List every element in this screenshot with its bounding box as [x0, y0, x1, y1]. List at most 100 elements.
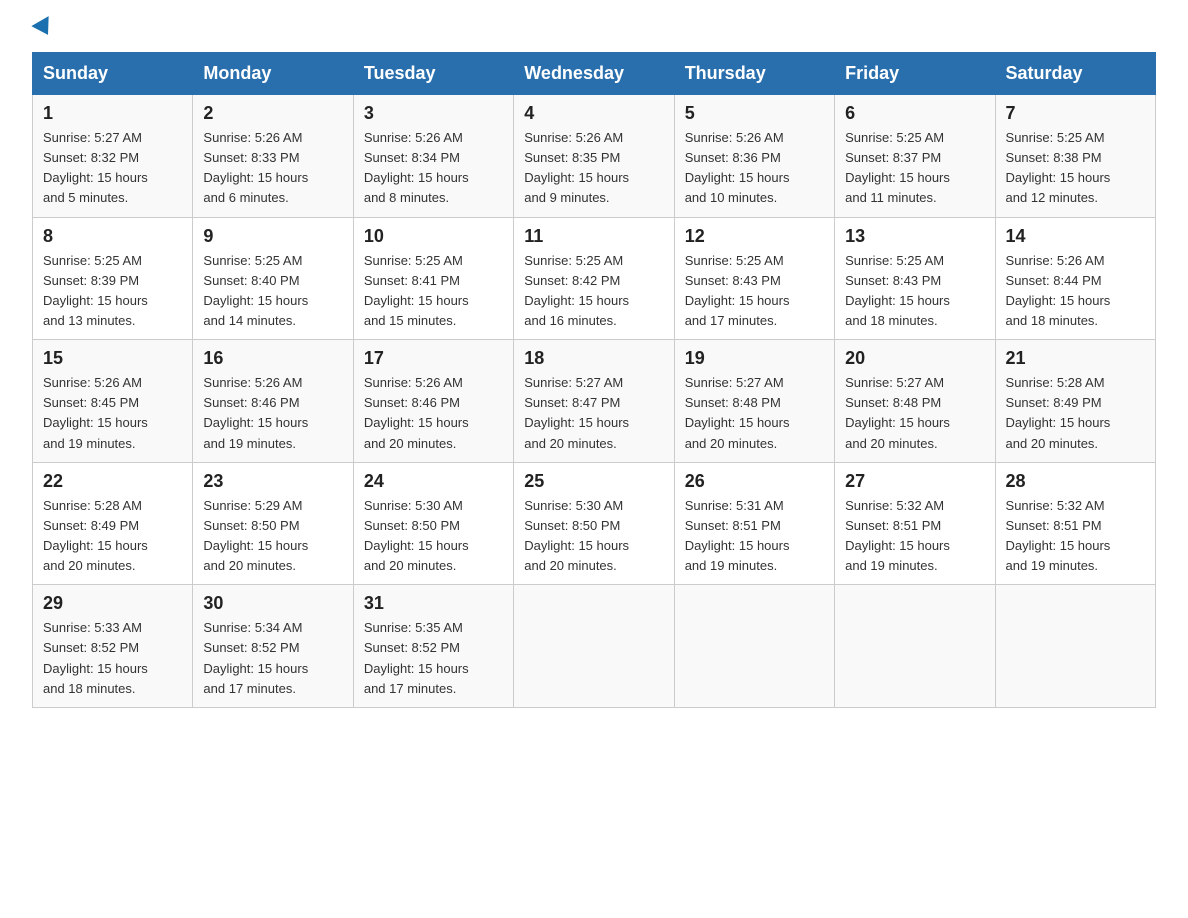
- day-info: Sunrise: 5:28 AMSunset: 8:49 PMDaylight:…: [43, 498, 148, 573]
- day-number: 13: [845, 226, 984, 247]
- header-day-sunday: Sunday: [33, 53, 193, 95]
- day-info: Sunrise: 5:25 AMSunset: 8:42 PMDaylight:…: [524, 253, 629, 328]
- calendar-cell: 1 Sunrise: 5:27 AMSunset: 8:32 PMDayligh…: [33, 95, 193, 218]
- calendar-cell: 18 Sunrise: 5:27 AMSunset: 8:47 PMDaylig…: [514, 340, 674, 463]
- calendar-container: SundayMondayTuesdayWednesdayThursdayFrid…: [0, 52, 1188, 732]
- calendar-cell: 28 Sunrise: 5:32 AMSunset: 8:51 PMDaylig…: [995, 462, 1155, 585]
- week-row-4: 22 Sunrise: 5:28 AMSunset: 8:49 PMDaylig…: [33, 462, 1156, 585]
- day-info: Sunrise: 5:30 AMSunset: 8:50 PMDaylight:…: [524, 498, 629, 573]
- day-info: Sunrise: 5:25 AMSunset: 8:38 PMDaylight:…: [1006, 130, 1111, 205]
- day-info: Sunrise: 5:25 AMSunset: 8:41 PMDaylight:…: [364, 253, 469, 328]
- calendar-cell: 22 Sunrise: 5:28 AMSunset: 8:49 PMDaylig…: [33, 462, 193, 585]
- header-day-friday: Friday: [835, 53, 995, 95]
- calendar-cell: 14 Sunrise: 5:26 AMSunset: 8:44 PMDaylig…: [995, 217, 1155, 340]
- calendar-cell: 20 Sunrise: 5:27 AMSunset: 8:48 PMDaylig…: [835, 340, 995, 463]
- calendar-cell: 15 Sunrise: 5:26 AMSunset: 8:45 PMDaylig…: [33, 340, 193, 463]
- calendar-table: SundayMondayTuesdayWednesdayThursdayFrid…: [32, 52, 1156, 708]
- calendar-cell: [835, 585, 995, 708]
- day-info: Sunrise: 5:33 AMSunset: 8:52 PMDaylight:…: [43, 620, 148, 695]
- calendar-cell: 31 Sunrise: 5:35 AMSunset: 8:52 PMDaylig…: [353, 585, 513, 708]
- calendar-cell: 29 Sunrise: 5:33 AMSunset: 8:52 PMDaylig…: [33, 585, 193, 708]
- day-number: 4: [524, 103, 663, 124]
- day-number: 9: [203, 226, 342, 247]
- day-number: 19: [685, 348, 824, 369]
- calendar-cell: [514, 585, 674, 708]
- calendar-cell: 12 Sunrise: 5:25 AMSunset: 8:43 PMDaylig…: [674, 217, 834, 340]
- day-number: 28: [1006, 471, 1145, 492]
- day-info: Sunrise: 5:27 AMSunset: 8:47 PMDaylight:…: [524, 375, 629, 450]
- day-number: 24: [364, 471, 503, 492]
- logo-triangle-icon: [31, 16, 56, 40]
- calendar-header: SundayMondayTuesdayWednesdayThursdayFrid…: [33, 53, 1156, 95]
- calendar-cell: 4 Sunrise: 5:26 AMSunset: 8:35 PMDayligh…: [514, 95, 674, 218]
- day-info: Sunrise: 5:25 AMSunset: 8:40 PMDaylight:…: [203, 253, 308, 328]
- day-info: Sunrise: 5:26 AMSunset: 8:36 PMDaylight:…: [685, 130, 790, 205]
- day-info: Sunrise: 5:26 AMSunset: 8:44 PMDaylight:…: [1006, 253, 1111, 328]
- day-number: 7: [1006, 103, 1145, 124]
- day-number: 5: [685, 103, 824, 124]
- day-info: Sunrise: 5:26 AMSunset: 8:34 PMDaylight:…: [364, 130, 469, 205]
- day-info: Sunrise: 5:26 AMSunset: 8:45 PMDaylight:…: [43, 375, 148, 450]
- day-info: Sunrise: 5:25 AMSunset: 8:39 PMDaylight:…: [43, 253, 148, 328]
- calendar-cell: [674, 585, 834, 708]
- calendar-cell: 21 Sunrise: 5:28 AMSunset: 8:49 PMDaylig…: [995, 340, 1155, 463]
- week-row-2: 8 Sunrise: 5:25 AMSunset: 8:39 PMDayligh…: [33, 217, 1156, 340]
- day-number: 18: [524, 348, 663, 369]
- week-row-1: 1 Sunrise: 5:27 AMSunset: 8:32 PMDayligh…: [33, 95, 1156, 218]
- calendar-cell: 13 Sunrise: 5:25 AMSunset: 8:43 PMDaylig…: [835, 217, 995, 340]
- day-info: Sunrise: 5:30 AMSunset: 8:50 PMDaylight:…: [364, 498, 469, 573]
- day-info: Sunrise: 5:26 AMSunset: 8:33 PMDaylight:…: [203, 130, 308, 205]
- day-number: 6: [845, 103, 984, 124]
- calendar-cell: 2 Sunrise: 5:26 AMSunset: 8:33 PMDayligh…: [193, 95, 353, 218]
- calendar-body: 1 Sunrise: 5:27 AMSunset: 8:32 PMDayligh…: [33, 95, 1156, 708]
- week-row-3: 15 Sunrise: 5:26 AMSunset: 8:45 PMDaylig…: [33, 340, 1156, 463]
- calendar-cell: 6 Sunrise: 5:25 AMSunset: 8:37 PMDayligh…: [835, 95, 995, 218]
- day-info: Sunrise: 5:31 AMSunset: 8:51 PMDaylight:…: [685, 498, 790, 573]
- calendar-cell: 5 Sunrise: 5:26 AMSunset: 8:36 PMDayligh…: [674, 95, 834, 218]
- day-number: 22: [43, 471, 182, 492]
- day-number: 12: [685, 226, 824, 247]
- week-row-5: 29 Sunrise: 5:33 AMSunset: 8:52 PMDaylig…: [33, 585, 1156, 708]
- day-info: Sunrise: 5:34 AMSunset: 8:52 PMDaylight:…: [203, 620, 308, 695]
- day-number: 1: [43, 103, 182, 124]
- header-row: SundayMondayTuesdayWednesdayThursdayFrid…: [33, 53, 1156, 95]
- day-number: 21: [1006, 348, 1145, 369]
- day-info: Sunrise: 5:27 AMSunset: 8:32 PMDaylight:…: [43, 130, 148, 205]
- day-number: 29: [43, 593, 182, 614]
- calendar-cell: 7 Sunrise: 5:25 AMSunset: 8:38 PMDayligh…: [995, 95, 1155, 218]
- day-number: 20: [845, 348, 984, 369]
- calendar-cell: 23 Sunrise: 5:29 AMSunset: 8:50 PMDaylig…: [193, 462, 353, 585]
- day-number: 16: [203, 348, 342, 369]
- day-info: Sunrise: 5:28 AMSunset: 8:49 PMDaylight:…: [1006, 375, 1111, 450]
- day-number: 31: [364, 593, 503, 614]
- day-info: Sunrise: 5:32 AMSunset: 8:51 PMDaylight:…: [1006, 498, 1111, 573]
- calendar-cell: 19 Sunrise: 5:27 AMSunset: 8:48 PMDaylig…: [674, 340, 834, 463]
- day-info: Sunrise: 5:26 AMSunset: 8:46 PMDaylight:…: [203, 375, 308, 450]
- header-day-monday: Monday: [193, 53, 353, 95]
- day-info: Sunrise: 5:25 AMSunset: 8:43 PMDaylight:…: [845, 253, 950, 328]
- day-info: Sunrise: 5:29 AMSunset: 8:50 PMDaylight:…: [203, 498, 308, 573]
- day-info: Sunrise: 5:25 AMSunset: 8:43 PMDaylight:…: [685, 253, 790, 328]
- calendar-cell: [995, 585, 1155, 708]
- page-header: [0, 0, 1188, 52]
- day-info: Sunrise: 5:26 AMSunset: 8:46 PMDaylight:…: [364, 375, 469, 450]
- calendar-cell: 27 Sunrise: 5:32 AMSunset: 8:51 PMDaylig…: [835, 462, 995, 585]
- day-number: 2: [203, 103, 342, 124]
- day-number: 17: [364, 348, 503, 369]
- day-number: 14: [1006, 226, 1145, 247]
- day-number: 30: [203, 593, 342, 614]
- day-info: Sunrise: 5:27 AMSunset: 8:48 PMDaylight:…: [845, 375, 950, 450]
- day-info: Sunrise: 5:26 AMSunset: 8:35 PMDaylight:…: [524, 130, 629, 205]
- day-number: 15: [43, 348, 182, 369]
- day-info: Sunrise: 5:25 AMSunset: 8:37 PMDaylight:…: [845, 130, 950, 205]
- header-day-saturday: Saturday: [995, 53, 1155, 95]
- calendar-cell: 26 Sunrise: 5:31 AMSunset: 8:51 PMDaylig…: [674, 462, 834, 585]
- day-number: 10: [364, 226, 503, 247]
- header-day-tuesday: Tuesday: [353, 53, 513, 95]
- header-day-wednesday: Wednesday: [514, 53, 674, 95]
- day-number: 8: [43, 226, 182, 247]
- logo: [32, 24, 54, 40]
- calendar-cell: 9 Sunrise: 5:25 AMSunset: 8:40 PMDayligh…: [193, 217, 353, 340]
- calendar-cell: 3 Sunrise: 5:26 AMSunset: 8:34 PMDayligh…: [353, 95, 513, 218]
- day-info: Sunrise: 5:35 AMSunset: 8:52 PMDaylight:…: [364, 620, 469, 695]
